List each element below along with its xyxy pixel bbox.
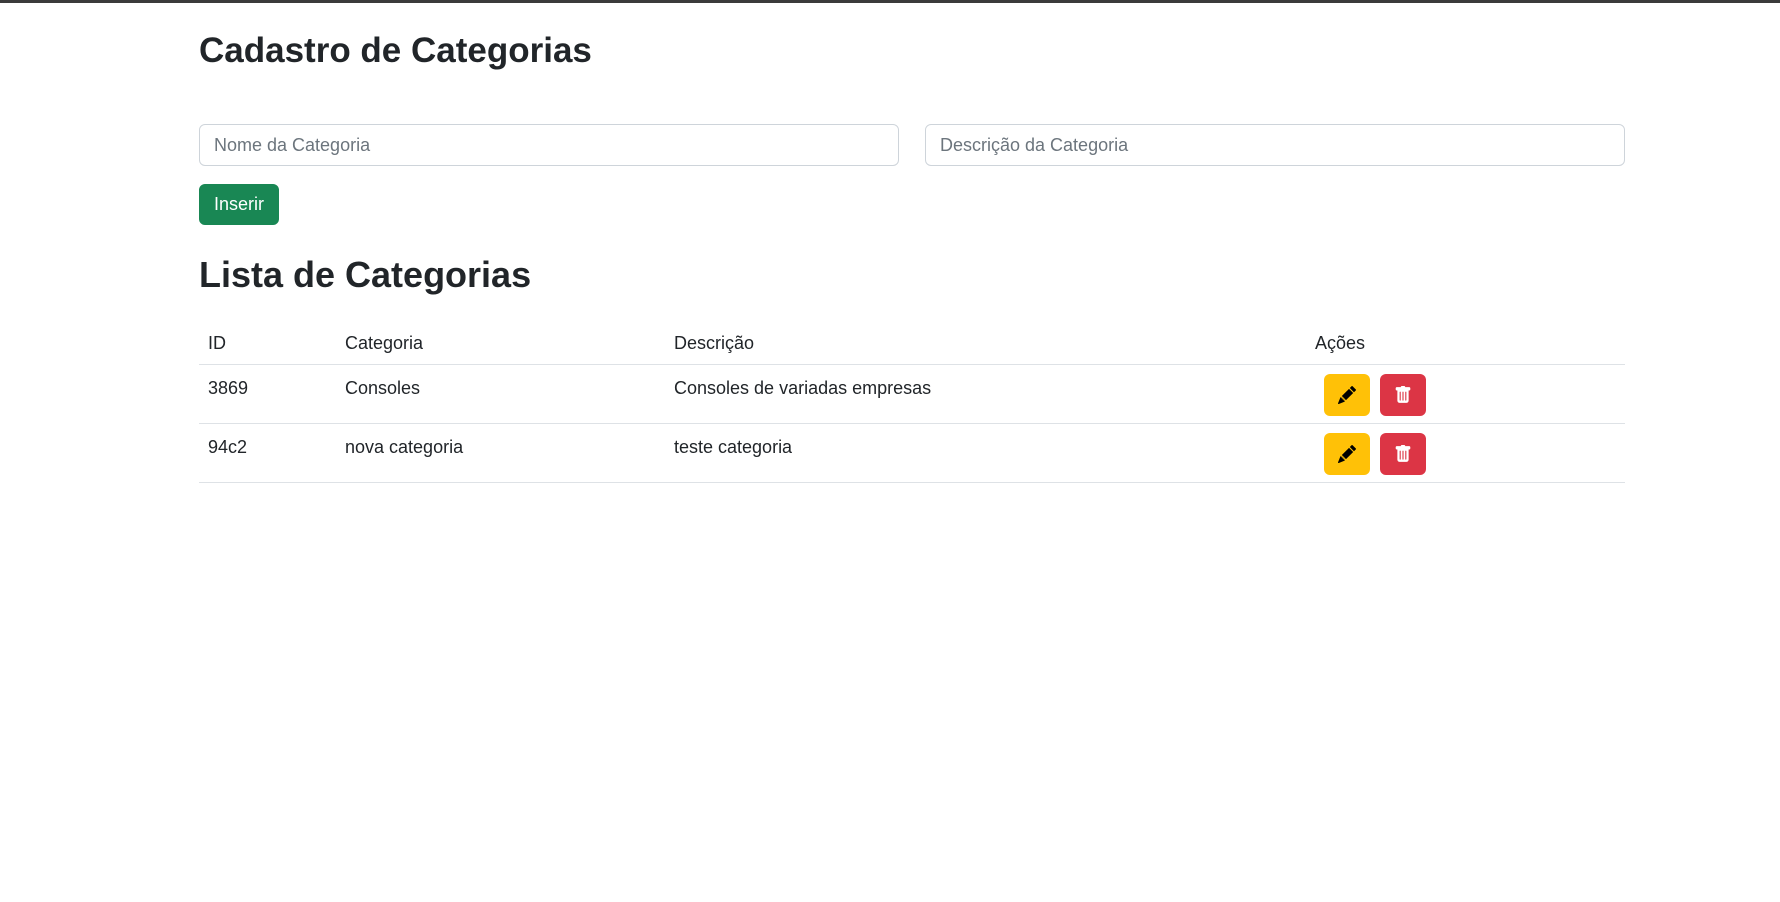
cell-description: teste categoria: [665, 423, 1306, 483]
category-form: [199, 124, 1625, 166]
row-description: teste categoria: [674, 437, 793, 457]
cell-category: nova categoria: [336, 423, 665, 483]
row-actions: [1315, 365, 1616, 416]
category-description-input[interactable]: [925, 124, 1625, 166]
cell-category: Consoles: [336, 364, 665, 424]
category-name-input[interactable]: [199, 124, 899, 166]
table-row: 3869 Consoles Consoles de variadas empre…: [199, 364, 1625, 424]
insert-button[interactable]: Inserir: [199, 184, 280, 225]
list-title: Lista de Categorias: [199, 254, 532, 295]
cell-actions: [1306, 364, 1625, 424]
delete-button[interactable]: [1380, 374, 1427, 416]
column-header-id: ID: [199, 322, 336, 365]
row-id: 94c2: [208, 437, 248, 457]
categories-table: ID Categoria Descrição Ações 3869 Consol…: [199, 322, 1625, 483]
row-description: Consoles de variadas empresas: [674, 378, 932, 398]
trash-icon: [1395, 445, 1411, 462]
cell-description: Consoles de variadas empresas: [665, 364, 1306, 424]
table-header-row: ID Categoria Descrição Ações: [199, 322, 1625, 365]
pencil-icon: [1338, 445, 1356, 463]
pencil-icon: [1338, 386, 1356, 404]
table-row: 94c2 nova categoria teste categoria: [199, 423, 1625, 483]
column-header-description: Descrição: [665, 322, 1306, 365]
delete-button[interactable]: [1380, 433, 1427, 475]
cell-id: 94c2: [199, 423, 336, 483]
row-category: nova categoria: [345, 437, 464, 457]
row-actions: [1315, 424, 1616, 475]
cell-id: 3869: [199, 364, 336, 424]
row-category: Consoles: [345, 378, 421, 398]
page-title: Cadastro de Categorias: [199, 31, 592, 70]
edit-button[interactable]: [1324, 433, 1370, 475]
window-top-border: [0, 0, 1780, 3]
cell-actions: [1306, 423, 1625, 483]
column-header-actions: Ações: [1306, 322, 1625, 365]
edit-button[interactable]: [1324, 374, 1370, 416]
trash-icon: [1395, 386, 1411, 403]
row-id: 3869: [208, 378, 249, 398]
column-header-category: Categoria: [336, 322, 665, 365]
